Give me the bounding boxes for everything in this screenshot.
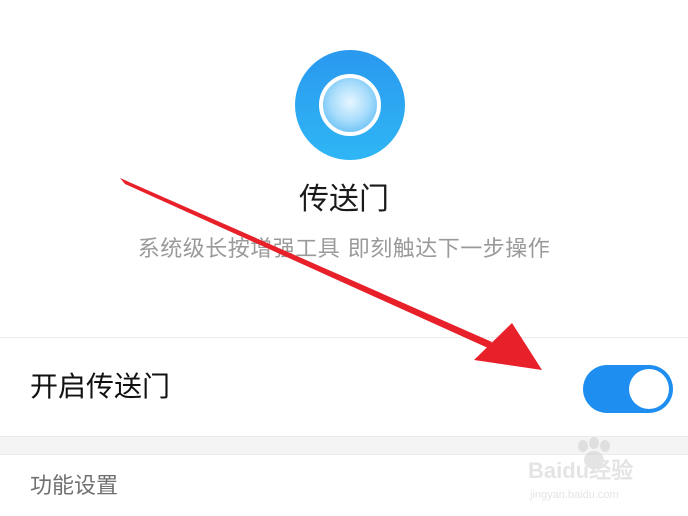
- enable-portal-toggle[interactable]: [583, 365, 673, 413]
- enable-portal-row[interactable]: 开启传送门: [0, 338, 688, 436]
- feature-settings-header: 功能设置: [30, 474, 119, 499]
- app-subtitle: 系统级长按增强工具 即刻触达下一步操作: [137, 237, 551, 262]
- settings-page: 传送门 系统级长按增强工具 即刻触达下一步操作 开启传送门 功能设置 Baidu…: [0, 0, 688, 516]
- watermark-brand: Baidu经验: [528, 458, 633, 483]
- toggle-knob: [629, 369, 669, 409]
- circle-logo-icon: [295, 50, 405, 160]
- watermark-url: jingyan.baidu.com: [529, 489, 619, 501]
- app-title: 传送门: [299, 182, 389, 217]
- enable-portal-label: 开启传送门: [30, 370, 171, 403]
- section-separator: [0, 436, 688, 455]
